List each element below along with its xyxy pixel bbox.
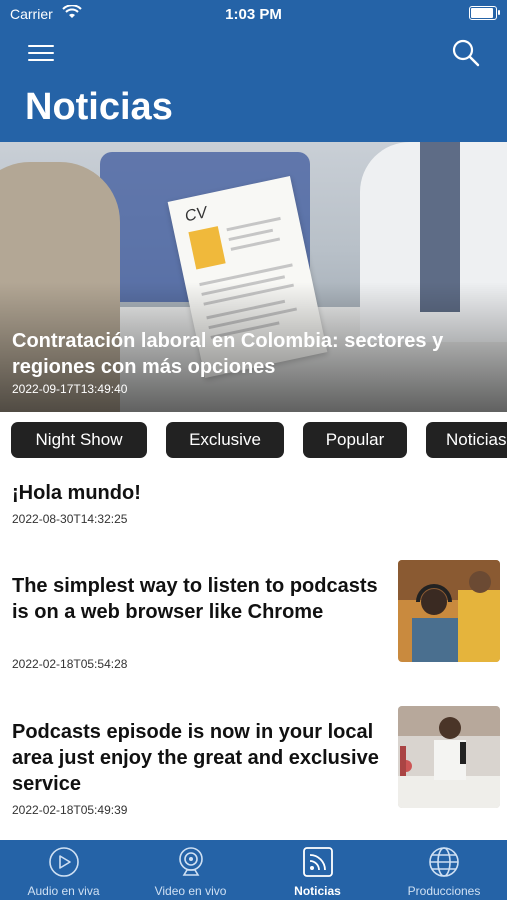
chip-popular[interactable]: Popular bbox=[303, 422, 407, 458]
chip-noticias[interactable]: Noticias bbox=[426, 422, 507, 458]
article-date: 2022-08-30T14:32:25 bbox=[12, 512, 128, 526]
article-thumbnail bbox=[398, 706, 500, 808]
featured-title: Contratación laboral en Colombia: sector… bbox=[12, 330, 444, 378]
featured-date: 2022-09-17T13:49:40 bbox=[12, 382, 128, 396]
search-icon[interactable] bbox=[451, 38, 481, 68]
article-title: ¡Hola mundo! bbox=[12, 482, 141, 504]
tab-audio-en-viva[interactable]: Audio en viva bbox=[0, 840, 127, 900]
chip-exclusive[interactable]: Exclusive bbox=[166, 422, 284, 458]
article-date: 2022-02-18T05:54:28 bbox=[12, 657, 128, 671]
tab-video-en-vivo[interactable]: Video en vivo bbox=[127, 840, 254, 900]
chip-night-show[interactable]: Night Show bbox=[11, 422, 147, 458]
tab-producciones[interactable]: Producciones bbox=[381, 840, 507, 900]
list-item[interactable]: ¡Hola mundo! 2022-08-30T14:32:25 bbox=[0, 470, 507, 540]
top-app-bar: Carrier 1:03 PM Noticias bbox=[0, 0, 507, 142]
hamburger-menu-icon[interactable] bbox=[28, 40, 54, 64]
battery-icon bbox=[469, 6, 500, 20]
tab-label: Video en vivo bbox=[154, 884, 227, 898]
bottom-tab-bar: Audio en viva Video en vivo Noticias Pro… bbox=[0, 840, 507, 900]
tab-label: Noticias bbox=[294, 884, 341, 898]
tab-label: Audio en viva bbox=[27, 884, 100, 898]
article-title: The simplest way to listen to podcasts i… bbox=[12, 575, 378, 623]
article-title: Podcasts episode is now in your local ar… bbox=[12, 721, 379, 795]
tab-label: Producciones bbox=[407, 884, 481, 898]
featured-article[interactable]: CV Contratación laboral en Colombia: sec… bbox=[0, 142, 507, 412]
clock: 1:03 PM bbox=[225, 6, 282, 23]
list-item[interactable]: The simplest way to listen to podcasts i… bbox=[0, 560, 507, 680]
list-item[interactable]: Podcasts episode is now in your local ar… bbox=[0, 706, 507, 826]
play-circle-icon bbox=[49, 847, 79, 877]
webcam-icon bbox=[179, 847, 203, 876]
tab-noticias[interactable]: Noticias bbox=[254, 840, 381, 900]
article-thumbnail bbox=[398, 560, 500, 662]
article-date: 2022-02-18T05:49:39 bbox=[12, 803, 128, 817]
status-bar: Carrier 1:03 PM bbox=[0, 0, 507, 28]
category-chips: Night Show Exclusive Popular Noticias bbox=[0, 422, 507, 458]
page-title: Noticias bbox=[25, 86, 173, 128]
globe-icon bbox=[429, 847, 459, 877]
news-feed-icon bbox=[303, 847, 333, 877]
